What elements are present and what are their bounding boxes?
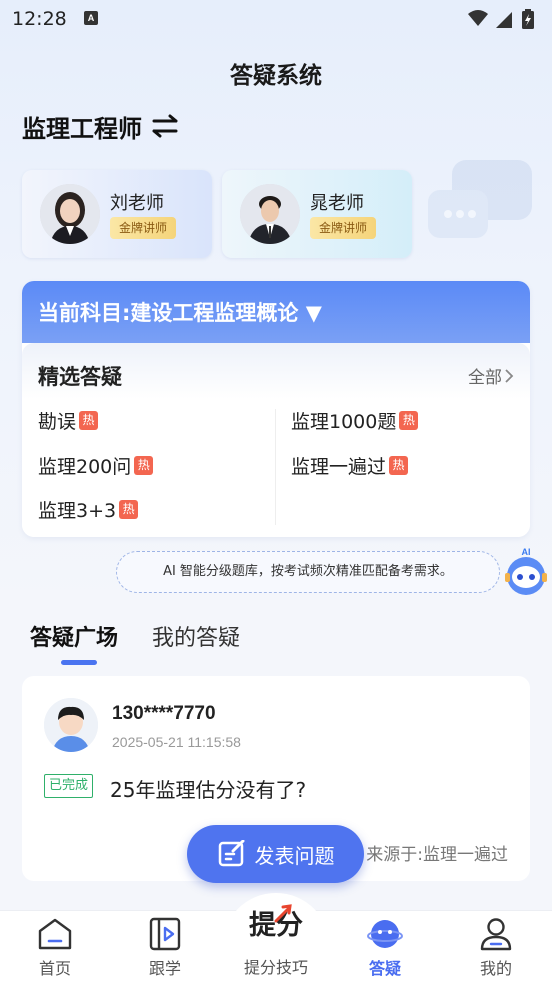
column-divider <box>275 409 276 525</box>
hot-badge: 热 <box>119 500 139 519</box>
signal-icon <box>496 12 512 28</box>
swap-icon[interactable] <box>150 113 180 139</box>
qa-planet-icon <box>367 920 403 948</box>
book-item-label: 监理1000题 <box>291 411 397 433</box>
current-subject-label: 当前科目:建设工程监理概论 ▼ <box>38 301 322 325</box>
book-item-label: 监理3+3 <box>38 500 117 522</box>
subject-selector[interactable]: 当前科目:建设工程监理概论 ▼ <box>22 281 530 343</box>
ai-tip-bubble[interactable]: AI 智能分级题库，按考试频次精准匹配备考需求。 <box>116 551 500 593</box>
book-item-label: 监理200问 <box>38 456 132 478</box>
teacher-badge: 金牌讲师 <box>310 217 377 239</box>
tab-my-qa[interactable]: 我的答疑 <box>152 620 240 652</box>
status-time: 12:28 <box>12 8 67 30</box>
book-item-label: 监理一遍过 <box>291 456 387 478</box>
ai-robot-icon[interactable]: AI <box>504 546 548 598</box>
teacher-name: 刘老师 <box>110 193 164 214</box>
nav-qa[interactable]: 答疑 <box>335 911 435 983</box>
nav-label: 我的 <box>479 959 512 978</box>
teacher-card-liu[interactable]: 刘老师 金牌讲师 <box>22 170 212 258</box>
notification-a-icon: A <box>84 11 98 25</box>
book-item-yibianguo[interactable]: 监理一遍过热 <box>291 452 409 479</box>
view-all-link[interactable]: 全部 <box>468 363 516 388</box>
post-source: 来源于:监理一遍过 <box>366 845 508 865</box>
teacher-avatar <box>240 184 300 244</box>
book-item-1000[interactable]: 监理1000题热 <box>291 407 419 434</box>
video-book-icon <box>149 917 181 951</box>
nav-tifen-label[interactable]: 提分技巧 <box>226 954 326 978</box>
chevron-right-icon <box>505 368 514 383</box>
robot-ai-label: AI <box>522 547 531 557</box>
wifi-icon <box>468 10 488 26</box>
nav-label: 跟学 <box>148 959 181 978</box>
active-tab-indicator <box>61 660 97 665</box>
exam-switcher[interactable]: 监理工程师 <box>22 108 180 144</box>
teacher-name: 晁老师 <box>310 193 364 214</box>
battery-icon <box>522 9 534 29</box>
post-question-button[interactable]: 发表问题 <box>187 825 364 883</box>
post-question: 25年监理估分没有了? <box>110 778 307 802</box>
book-item-label: 勘误 <box>38 411 77 433</box>
tab-qa-square[interactable]: 答疑广场 <box>30 620 118 652</box>
book-item-200[interactable]: 监理200问热 <box>38 452 154 479</box>
teacher-badge: 金牌讲师 <box>110 217 177 239</box>
status-bar: 12:28 A <box>0 0 552 38</box>
home-icon <box>38 918 72 950</box>
status-icons <box>468 9 534 29</box>
hot-badge: 热 <box>389 456 409 475</box>
post-username: 130****7770 <box>112 703 216 724</box>
nav-label: 首页 <box>38 959 71 978</box>
edit-icon <box>218 840 244 867</box>
user-avatar <box>44 698 98 752</box>
post-question-label: 发表问题 <box>254 843 335 868</box>
selected-qa-title: 精选答疑 <box>38 365 122 389</box>
nav-mine[interactable]: 我的 <box>446 911 546 983</box>
up-arrow-icon <box>274 904 292 923</box>
teacher-card-chao[interactable]: 晁老师 金牌讲师 <box>222 170 412 258</box>
hot-badge: 热 <box>79 411 99 430</box>
post-timestamp: 2025-05-21 11:15:58 <box>112 734 241 750</box>
exam-name: 监理工程师 <box>22 114 142 143</box>
hot-badge: 热 <box>399 411 419 430</box>
chat-bubble-decoration <box>428 160 532 238</box>
status-badge: 已完成 <box>44 774 94 798</box>
view-all-label: 全部 <box>468 368 502 388</box>
page-title: 答疑系统 <box>230 63 322 89</box>
book-item-kanwu[interactable]: 勘误热 <box>38 407 99 434</box>
nav-home[interactable]: 首页 <box>5 911 105 983</box>
nav-label: 答疑 <box>368 959 401 978</box>
tifen-logo-icon[interactable]: 提分 <box>238 903 314 943</box>
nav-follow[interactable]: 跟学 <box>115 911 215 983</box>
subject-panel: 当前科目:建设工程监理概论 ▼ 精选答疑 全部 勘误热 监理1000题热 监理2… <box>22 281 530 537</box>
user-icon <box>480 918 512 951</box>
hot-badge: 热 <box>134 456 154 475</box>
book-item-3plus3[interactable]: 监理3+3 热 <box>38 496 139 523</box>
teacher-avatar <box>40 184 100 244</box>
